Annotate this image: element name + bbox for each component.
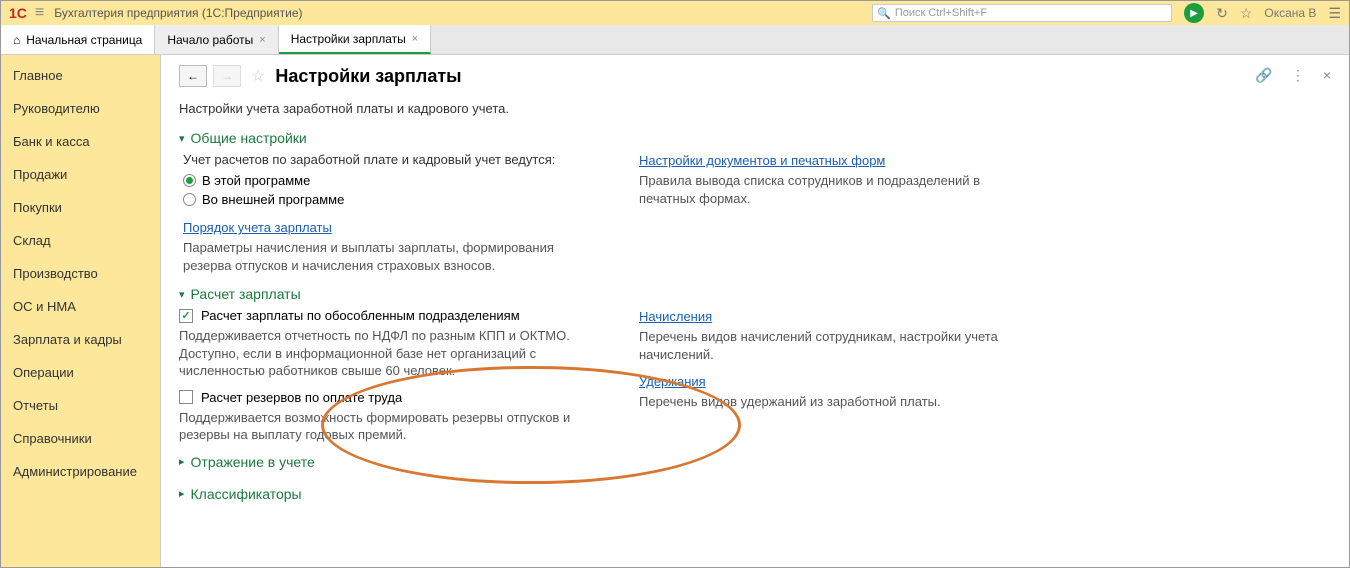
- page-title: Настройки зарплаты: [275, 66, 461, 87]
- search-input[interactable]: 🔍 Поиск Ctrl+Shift+F: [872, 4, 1172, 22]
- checkbox-icon: [179, 309, 193, 323]
- chevron-right-icon: ▸: [179, 487, 185, 500]
- radio-external-label: Во внешней программе: [202, 192, 344, 207]
- sidebar: Главное Руководителю Банк и касса Продаж…: [1, 55, 161, 567]
- sidebar-item-warehouse[interactable]: Склад: [1, 224, 160, 257]
- chevron-down-icon: ▾: [179, 288, 185, 301]
- link-deductions[interactable]: Удержания: [639, 374, 706, 389]
- play-button-icon[interactable]: ▶: [1184, 3, 1204, 23]
- favorite-icon[interactable]: ☆: [251, 66, 265, 86]
- desc-salary-order: Параметры начисления и выплаты зарплаты,…: [183, 239, 599, 274]
- desc-deductions: Перечень видов удержаний из заработной п…: [639, 393, 1039, 411]
- sidebar-item-admin[interactable]: Администрирование: [1, 455, 160, 488]
- radio-external-program[interactable]: Во внешней программе: [183, 192, 599, 207]
- title-right: ▶ ↻ ☆ Оксана В ☰: [1184, 3, 1341, 23]
- link-accruals[interactable]: Начисления: [639, 309, 712, 324]
- star-icon[interactable]: ☆: [1240, 5, 1253, 22]
- section-reflection-header[interactable]: ▸ Отражение в учете: [179, 454, 1331, 470]
- sidebar-item-salary[interactable]: Зарплата и кадры: [1, 323, 160, 356]
- search-icon: 🔍: [877, 7, 891, 20]
- checkbox-separate-label: Расчет зарплаты по обособленным подразде…: [201, 308, 520, 323]
- link-doc-settings[interactable]: Настройки документов и печатных форм: [639, 153, 885, 168]
- general-lead-text: Учет расчетов по заработной плате и кадр…: [183, 152, 599, 167]
- link-salary-order[interactable]: Порядок учета зарплаты: [183, 220, 332, 235]
- sidebar-item-purchases[interactable]: Покупки: [1, 191, 160, 224]
- sidebar-item-assets[interactable]: ОС и НМА: [1, 290, 160, 323]
- tab-start-label: Начало работы: [167, 33, 253, 47]
- sidebar-item-sales[interactable]: Продажи: [1, 158, 160, 191]
- app-logo-icon: 1C: [9, 5, 27, 21]
- sidebar-item-manager[interactable]: Руководителю: [1, 92, 160, 125]
- history-icon[interactable]: ↻: [1216, 5, 1228, 22]
- section-salary-header[interactable]: ▾ Расчет зарплаты: [179, 286, 1331, 302]
- chevron-down-icon: ▾: [179, 132, 185, 145]
- section-classifiers-header[interactable]: ▸ Классификаторы: [179, 486, 1331, 502]
- nav-forward-button[interactable]: →: [213, 65, 241, 87]
- desc-doc-settings: Правила вывода списка сотрудников и подр…: [639, 172, 1039, 207]
- sidebar-item-references[interactable]: Справочники: [1, 422, 160, 455]
- username-label[interactable]: Оксана В: [1264, 6, 1316, 20]
- section-classifiers-label: Классификаторы: [191, 486, 302, 502]
- section-reflection-label: Отражение в учете: [191, 454, 315, 470]
- sidebar-item-operations[interactable]: Операции: [1, 356, 160, 389]
- menu-icon[interactable]: ☰: [1328, 5, 1341, 22]
- chevron-right-icon: ▸: [179, 455, 185, 468]
- section-salary-label: Расчет зарплаты: [191, 286, 301, 302]
- content-area: ← → ☆ Настройки зарплаты 🔗 ⋮ × Настройки…: [161, 55, 1349, 567]
- link-icon[interactable]: 🔗: [1255, 67, 1272, 84]
- checkbox-separate-divisions[interactable]: Расчет зарплаты по обособленным подразде…: [179, 308, 599, 323]
- sidebar-item-reports[interactable]: Отчеты: [1, 389, 160, 422]
- radio-this-label: В этой программе: [202, 173, 310, 188]
- section-general-header[interactable]: ▾ Общие настройки: [179, 130, 1331, 146]
- desc-separate-divisions: Поддерживается отчетность по НДФЛ по раз…: [179, 327, 599, 380]
- nav-back-button[interactable]: ←: [179, 65, 207, 87]
- search-placeholder: Поиск Ctrl+Shift+F: [895, 7, 987, 19]
- tab-home[interactable]: ⌂ Начальная страница: [1, 25, 155, 54]
- home-icon: ⌂: [13, 33, 20, 47]
- close-icon[interactable]: ×: [412, 33, 418, 45]
- close-panel-icon[interactable]: ×: [1323, 67, 1331, 84]
- tabs-bar: ⌂ Начальная страница Начало работы × Нас…: [1, 25, 1349, 55]
- radio-icon: [183, 193, 196, 206]
- hamburger-icon[interactable]: ≡: [35, 4, 44, 22]
- section-general-label: Общие настройки: [191, 130, 307, 146]
- sidebar-item-main[interactable]: Главное: [1, 59, 160, 92]
- desc-reserves: Поддерживается возможность формировать р…: [179, 409, 599, 444]
- desc-accruals: Перечень видов начислений сотрудникам, н…: [639, 328, 1039, 363]
- checkbox-reserves[interactable]: Расчет резервов по оплате труда: [179, 390, 599, 405]
- more-icon[interactable]: ⋮: [1291, 67, 1305, 84]
- page-subtitle: Настройки учета заработной платы и кадро…: [179, 101, 1331, 116]
- header-actions: 🔗 ⋮ ×: [1255, 67, 1331, 84]
- checkbox-icon: [179, 390, 193, 404]
- content-header: ← → ☆ Настройки зарплаты: [179, 65, 1331, 87]
- tab-salary-label: Настройки зарплаты: [291, 32, 406, 46]
- app-title: Бухгалтерия предприятия (1С:Предприятие): [54, 6, 872, 20]
- sidebar-item-production[interactable]: Производство: [1, 257, 160, 290]
- radio-this-program[interactable]: В этой программе: [183, 173, 599, 188]
- checkbox-reserves-label: Расчет резервов по оплате труда: [201, 390, 402, 405]
- sidebar-item-bank[interactable]: Банк и касса: [1, 125, 160, 158]
- tab-salary-settings[interactable]: Настройки зарплаты ×: [279, 25, 432, 54]
- tab-start[interactable]: Начало работы ×: [155, 25, 278, 54]
- close-icon[interactable]: ×: [259, 34, 265, 46]
- title-bar: 1C ≡ Бухгалтерия предприятия (1С:Предпри…: [1, 1, 1349, 25]
- tab-home-label: Начальная страница: [26, 33, 142, 47]
- radio-icon: [183, 174, 196, 187]
